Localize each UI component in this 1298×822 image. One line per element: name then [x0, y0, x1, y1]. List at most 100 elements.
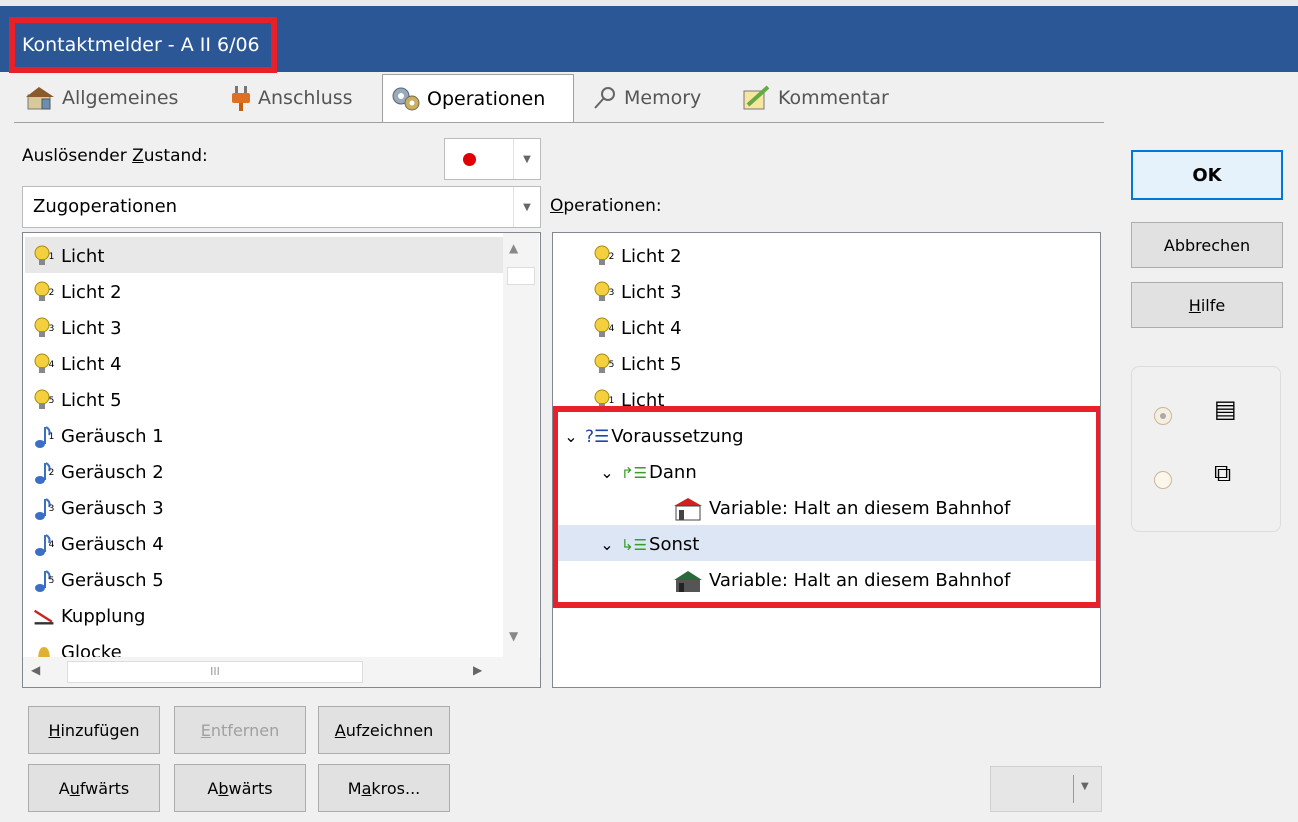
tab-label: Allgemeines: [62, 87, 179, 109]
tab-memory[interactable]: Memory: [592, 74, 701, 122]
ok-button[interactable]: OK: [1131, 150, 1283, 200]
list-item-label: Licht: [61, 246, 105, 267]
move-up-button[interactable]: Au fwärts: [28, 764, 160, 812]
trigger-label-pre: Auslösender: [22, 146, 133, 166]
operations-label-accel: O: [550, 196, 564, 216]
tree-node-then-variable[interactable]: Variable: Halt an diesem Bahnhof: [673, 491, 1010, 527]
dropdown-arrow-icon: ▼: [513, 187, 540, 227]
vertical-scrollbar[interactable]: ▲ ▼: [503, 233, 539, 657]
list-item[interactable]: 4 Licht 4: [33, 347, 122, 383]
list-view-icon: ▤: [1214, 395, 1237, 423]
chevron-down-icon[interactable]: ⌄: [561, 419, 581, 455]
edit-note-icon: [743, 85, 770, 110]
condition-icon: ?☰: [585, 427, 610, 447]
scroll-right-icon[interactable]: ▶: [473, 663, 482, 677]
list-item[interactable]: Kupplung: [33, 599, 145, 635]
help-accel: H: [1188, 295, 1201, 315]
bulb-icon: 4: [33, 352, 55, 378]
remove-rest: ntfernen: [210, 720, 280, 740]
title-bar: Kontaktmelder - A II 6/06: [0, 0, 1298, 73]
bulb-icon: 3: [33, 316, 55, 342]
trigger-label: Auslösender Zustand:: [22, 146, 208, 166]
coupling-icon: [33, 604, 55, 630]
station-green-icon: [674, 571, 702, 592]
tab-allgemeines[interactable]: Allgemeines: [26, 74, 178, 122]
list-item[interactable]: 4 Geräusch 4: [33, 527, 164, 563]
plug-icon: [232, 86, 250, 111]
scroll-left-icon[interactable]: ◀: [31, 663, 40, 677]
chevron-down-icon[interactable]: ⌄: [597, 527, 617, 563]
tab-operationen[interactable]: Operationen: [382, 74, 574, 123]
bulb-icon: 4: [593, 316, 615, 342]
trigger-state-dropdown[interactable]: ▼: [444, 138, 541, 180]
remove-button[interactable]: Entfernen: [174, 706, 306, 754]
list-item[interactable]: 1 Licht: [33, 239, 104, 275]
tree-node-label: Sonst: [649, 534, 700, 555]
note-icon: 2: [33, 460, 55, 486]
dropdown-arrow-icon[interactable]: ▼: [1081, 781, 1089, 792]
gears-icon: [392, 87, 420, 111]
list-item[interactable]: 5 Geräusch 5: [33, 563, 164, 599]
dropdown-arrow-icon: ▼: [513, 139, 540, 179]
pin-icon: [594, 87, 615, 109]
tree-item[interactable]: 2 Licht 2: [593, 239, 682, 275]
record-rest: ufzeichnen: [345, 720, 434, 740]
scroll-up-icon[interactable]: ▲: [509, 241, 518, 255]
tree-item[interactable]: 4 Licht 4: [593, 311, 682, 347]
window-title: Kontaktmelder - A II 6/06: [9, 17, 277, 73]
radio-list-view[interactable]: [1154, 407, 1172, 425]
down-rest: wärts: [228, 778, 273, 798]
bulb-icon: 3: [593, 280, 615, 306]
tab-kommentar[interactable]: Kommentar: [742, 74, 889, 122]
list-item-label: Geräusch 5: [61, 570, 164, 591]
list-item-label: Geräusch 4: [61, 534, 164, 555]
list-item[interactable]: 2 Geräusch 2: [33, 455, 164, 491]
tree-node-label: Variable: Halt an diesem Bahnhof: [709, 498, 1011, 519]
list-item[interactable]: 1 Geräusch 1: [33, 419, 164, 455]
available-operations-list[interactable]: 1 Licht 2 Licht 2 3 Licht 3 4 Licht 4 5 Licht 51G…: [22, 232, 541, 688]
tree-item[interactable]: 3 Licht 3: [593, 275, 682, 311]
list-item[interactable]: 3 Geräusch 3: [33, 491, 164, 527]
tree-item-label: Licht 3: [621, 282, 682, 303]
then-branch-icon: ↱☰: [621, 464, 648, 482]
tree-node-then[interactable]: ⌄ ↱☰ Dann: [597, 455, 696, 491]
tree-item-label: Licht 2: [621, 246, 682, 267]
macros-button[interactable]: Ma kros...: [318, 764, 450, 812]
add-button[interactable]: Hinzufügen: [28, 706, 160, 754]
add-accel: H: [48, 720, 61, 740]
record-accel: A: [334, 720, 346, 740]
add-rest: inzufügen: [60, 720, 140, 740]
list-item[interactable]: 2 Licht 2: [33, 275, 122, 311]
horizontal-scrollbar[interactable]: ◀ III ▶: [23, 657, 540, 687]
move-down-button[interactable]: Ab wärts: [174, 764, 306, 812]
radio-tile-view[interactable]: [1154, 471, 1172, 489]
trigger-label-post: ustand:: [143, 146, 208, 166]
tree-node-condition[interactable]: ⌄ ?☰ Voraussetzung: [561, 419, 743, 455]
list-item[interactable]: 3 Licht 3: [33, 311, 122, 347]
macros-rest: kros...: [371, 778, 421, 798]
list-item-label: Licht 4: [61, 354, 122, 375]
tab-label: Kommentar: [778, 87, 889, 109]
tree-node-else-variable[interactable]: Variable: Halt an diesem Bahnhof: [673, 563, 1010, 599]
red-dot-icon: [463, 153, 476, 166]
else-branch-icon: ↳☰: [621, 536, 648, 554]
tree-item[interactable]: 5 Licht 5: [593, 347, 682, 383]
scrollbar-thumb[interactable]: [507, 267, 535, 285]
tab-label: Anschluss: [258, 87, 353, 109]
color-dropdown[interactable]: ▼: [990, 766, 1102, 812]
help-button[interactable]: Hilfe: [1131, 282, 1283, 328]
category-dropdown[interactable]: Zugoperationen ▼: [22, 186, 541, 228]
note-icon: 4: [33, 532, 55, 558]
scroll-down-icon[interactable]: ▼: [509, 629, 518, 643]
list-item[interactable]: 5 Licht 5: [33, 383, 122, 419]
tree-node-else[interactable]: ⌄ ↳☰ Sonst: [597, 527, 699, 563]
record-button[interactable]: Aufzeichnen: [318, 706, 450, 754]
tab-anschluss[interactable]: Anschluss: [230, 74, 353, 122]
tree-node-label: Variable: Halt an diesem Bahnhof: [709, 570, 1011, 591]
chevron-down-icon[interactable]: ⌄: [597, 455, 617, 491]
hscroll-thumb[interactable]: III: [67, 661, 363, 683]
operations-tree[interactable]: 2 Licht 2 3 Licht 3 4 Licht 4 5 Licht 5 1 Licht ⌄…: [552, 232, 1101, 688]
cancel-button[interactable]: Abbrechen: [1131, 222, 1283, 268]
remove-accel: E: [200, 720, 211, 740]
house-icon: [26, 87, 54, 110]
